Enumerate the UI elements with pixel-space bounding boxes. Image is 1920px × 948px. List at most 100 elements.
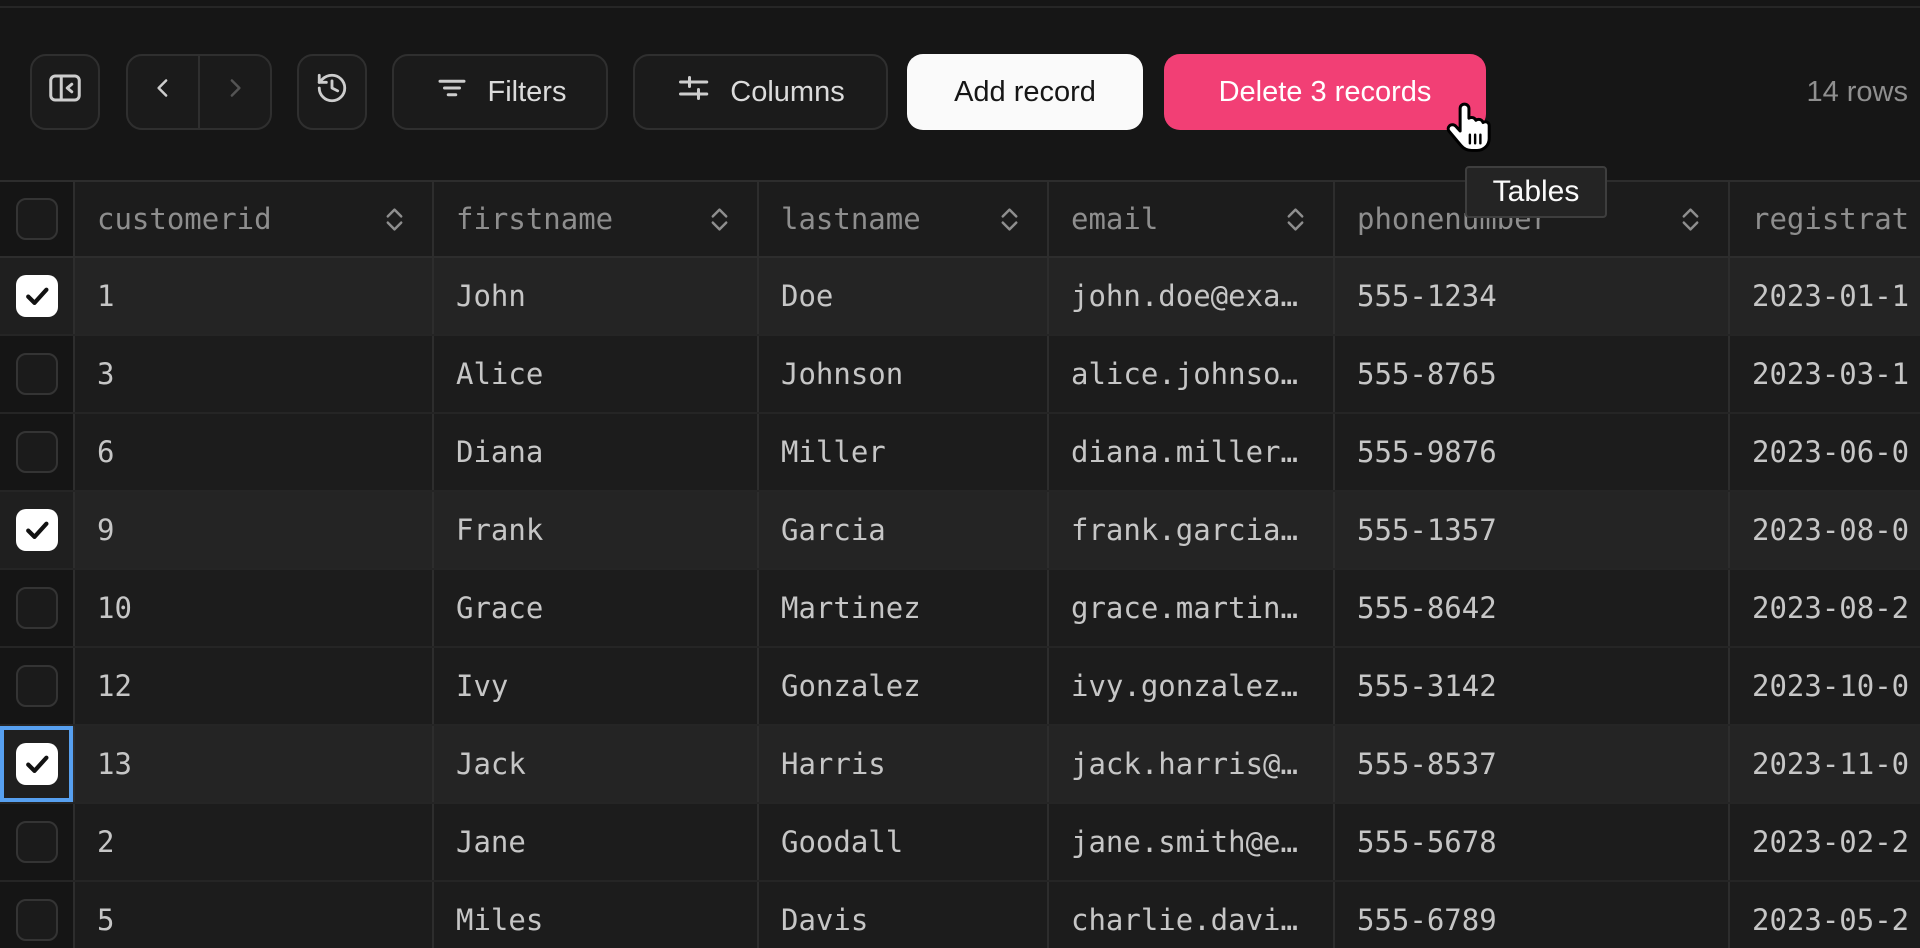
row-checkbox[interactable] [16, 431, 58, 473]
column-header-email[interactable]: email [1049, 182, 1335, 256]
cell-phonenumber[interactable]: 555-1234 [1335, 258, 1730, 334]
row-checkbox[interactable] [16, 743, 58, 785]
row-select-cell[interactable] [0, 804, 75, 880]
cell-email[interactable]: charlie.davi… [1049, 882, 1335, 948]
cell-phonenumber[interactable]: 555-6789 [1335, 882, 1730, 948]
add-record-button[interactable]: Add record [907, 54, 1143, 130]
row-checkbox[interactable] [16, 275, 58, 317]
cell-customerid[interactable]: 9 [75, 492, 434, 568]
forward-button[interactable] [200, 56, 270, 128]
cell-email[interactable]: alice.johnso… [1049, 336, 1335, 412]
cell-customerid[interactable]: 2 [75, 804, 434, 880]
cell-customerid[interactable]: 6 [75, 414, 434, 490]
cell-customerid[interactable]: 13 [75, 726, 434, 802]
column-header-lastname[interactable]: lastname [759, 182, 1049, 256]
cell-lastname[interactable]: Gonzalez [759, 648, 1049, 724]
cell-lastname[interactable]: Johnson [759, 336, 1049, 412]
row-checkbox[interactable] [16, 509, 58, 551]
cell-email[interactable]: diana.miller… [1049, 414, 1335, 490]
select-all-checkbox[interactable] [16, 198, 58, 240]
query-history-button[interactable] [297, 54, 367, 130]
back-button[interactable] [128, 56, 198, 128]
cell-firstname[interactable]: John [434, 258, 759, 334]
row-select-cell[interactable] [0, 648, 75, 724]
row-checkbox[interactable] [16, 821, 58, 863]
cell-phonenumber[interactable]: 555-1357 [1335, 492, 1730, 568]
row-select-cell[interactable] [0, 882, 75, 948]
cell-firstname[interactable]: Jane [434, 804, 759, 880]
cell-customerid[interactable]: 12 [75, 648, 434, 724]
cell-firstname[interactable]: Miles [434, 882, 759, 948]
column-header-customerid[interactable]: customerid [75, 182, 434, 256]
select-all-cell[interactable] [0, 182, 75, 256]
cell-email[interactable]: grace.martin… [1049, 570, 1335, 646]
row-select-cell[interactable] [0, 726, 75, 802]
column-header-registrationdate[interactable]: registrat [1730, 182, 1920, 256]
row-select-cell[interactable] [0, 414, 75, 490]
cell-registrationdate[interactable]: 2023-11-0 [1730, 726, 1920, 802]
cell-email[interactable]: jack.harris@… [1049, 726, 1335, 802]
table-row[interactable]: 1 John Doe john.doe@exa… 555-1234 2023-0… [0, 258, 1920, 336]
cell-registrationdate[interactable]: 2023-06-0 [1730, 414, 1920, 490]
cell-firstname[interactable]: Grace [434, 570, 759, 646]
sort-icon[interactable] [1284, 204, 1307, 235]
sort-icon[interactable] [1679, 204, 1702, 235]
cell-customerid[interactable]: 1 [75, 258, 434, 334]
row-select-cell[interactable] [0, 570, 75, 646]
table-row[interactable]: 3 Alice Johnson alice.johnso… 555-8765 2… [0, 336, 1920, 414]
cell-registrationdate[interactable]: 2023-08-2 [1730, 570, 1920, 646]
row-checkbox[interactable] [16, 587, 58, 629]
table-row[interactable]: 12 Ivy Gonzalez ivy.gonzalez… 555-3142 2… [0, 648, 1920, 726]
cell-phonenumber[interactable]: 555-9876 [1335, 414, 1730, 490]
cell-email[interactable]: john.doe@exa… [1049, 258, 1335, 334]
cell-lastname[interactable]: Goodall [759, 804, 1049, 880]
cell-lastname[interactable]: Davis [759, 882, 1049, 948]
cell-firstname[interactable]: Alice [434, 336, 759, 412]
cell-registrationdate[interactable]: 2023-02-2 [1730, 804, 1920, 880]
cell-phonenumber[interactable]: 555-8765 [1335, 336, 1730, 412]
row-checkbox[interactable] [16, 665, 58, 707]
sort-icon[interactable] [708, 204, 731, 235]
sort-icon[interactable] [998, 204, 1021, 235]
cell-registrationdate[interactable]: 2023-03-1 [1730, 336, 1920, 412]
cell-phonenumber[interactable]: 555-3142 [1335, 648, 1730, 724]
column-header-firstname[interactable]: firstname [434, 182, 759, 256]
row-select-cell[interactable] [0, 336, 75, 412]
table-row[interactable]: 5 Miles Davis charlie.davi… 555-6789 202… [0, 882, 1920, 948]
columns-button[interactable]: Columns [633, 54, 888, 130]
cell-lastname[interactable]: Martinez [759, 570, 1049, 646]
table-row[interactable]: 9 Frank Garcia frank.garcia… 555-1357 20… [0, 492, 1920, 570]
cell-lastname[interactable]: Doe [759, 258, 1049, 334]
cell-lastname[interactable]: Garcia [759, 492, 1049, 568]
cell-phonenumber[interactable]: 555-8537 [1335, 726, 1730, 802]
row-select-cell[interactable] [0, 258, 75, 334]
cell-registrationdate[interactable]: 2023-10-0 [1730, 648, 1920, 724]
cell-firstname[interactable]: Frank [434, 492, 759, 568]
cell-customerid[interactable]: 5 [75, 882, 434, 948]
cell-customerid[interactable]: 3 [75, 336, 434, 412]
row-checkbox[interactable] [16, 353, 58, 395]
table-row[interactable]: 10 Grace Martinez grace.martin… 555-8642… [0, 570, 1920, 648]
cell-lastname[interactable]: Harris [759, 726, 1049, 802]
cell-email[interactable]: jane.smith@e… [1049, 804, 1335, 880]
table-row[interactable]: 6 Diana Miller diana.miller… 555-9876 20… [0, 414, 1920, 492]
cell-firstname[interactable]: Diana [434, 414, 759, 490]
row-select-cell[interactable] [0, 492, 75, 568]
filters-button[interactable]: Filters [392, 54, 608, 130]
table-row[interactable]: 2 Jane Goodall jane.smith@e… 555-5678 20… [0, 804, 1920, 882]
cell-registrationdate[interactable]: 2023-08-0 [1730, 492, 1920, 568]
sort-icon[interactable] [383, 204, 406, 235]
cell-customerid[interactable]: 10 [75, 570, 434, 646]
toggle-sidebar-button[interactable] [30, 54, 100, 130]
table-row[interactable]: 13 Jack Harris jack.harris@… 555-8537 20… [0, 726, 1920, 804]
cell-email[interactable]: frank.garcia… [1049, 492, 1335, 568]
delete-records-button[interactable]: Delete 3 records [1164, 54, 1486, 130]
cell-registrationdate[interactable]: 2023-05-2 [1730, 882, 1920, 948]
cell-phonenumber[interactable]: 555-8642 [1335, 570, 1730, 646]
cell-registrationdate[interactable]: 2023-01-1 [1730, 258, 1920, 334]
row-checkbox[interactable] [16, 899, 58, 941]
cell-email[interactable]: ivy.gonzalez… [1049, 648, 1335, 724]
cell-firstname[interactable]: Jack [434, 726, 759, 802]
cell-lastname[interactable]: Miller [759, 414, 1049, 490]
cell-phonenumber[interactable]: 555-5678 [1335, 804, 1730, 880]
